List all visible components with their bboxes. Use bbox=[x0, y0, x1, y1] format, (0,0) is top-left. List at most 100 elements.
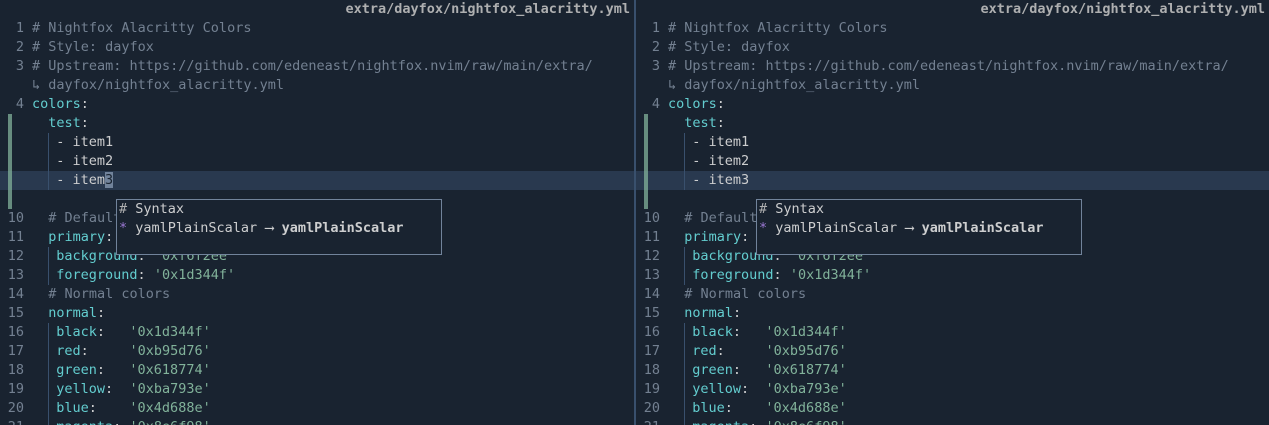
code-line[interactable]: 16 black: '0x1d344f' bbox=[0, 323, 634, 342]
code-line[interactable]: 3 # Upstream: https://github.com/edeneast… bbox=[0, 57, 634, 76]
code-token: '0x1d344f' bbox=[153, 267, 236, 283]
code-token: '0x8e6f98' bbox=[765, 419, 846, 425]
line-number: 1 bbox=[651, 20, 660, 36]
line-content[interactable]: # Normal colors bbox=[32, 285, 170, 304]
line-content[interactable]: normal: bbox=[668, 304, 741, 323]
code-line[interactable]: 1 # Nightfox Alacritty Colors bbox=[0, 19, 634, 38]
line-content[interactable]: foreground: '0x1d344f' bbox=[32, 266, 235, 285]
code-line[interactable]: 19 yellow: '0xba793e' bbox=[0, 380, 634, 399]
line-content[interactable]: test: bbox=[32, 114, 89, 133]
code-line[interactable]: 20 blue: '0x4d688e' bbox=[636, 399, 1269, 418]
line-content[interactable]: black: '0x1d344f' bbox=[668, 323, 847, 342]
line-content[interactable]: primary: bbox=[32, 228, 113, 247]
line-content[interactable]: colors: bbox=[668, 95, 725, 114]
git-added-sign bbox=[8, 190, 12, 209]
code-line[interactable]: 16 black: '0x1d344f' bbox=[636, 323, 1269, 342]
line-content[interactable]: foreground: '0x1d344f' bbox=[668, 266, 871, 285]
code-line[interactable]: - item2 bbox=[636, 152, 1269, 171]
code-token: dayfox/nightfox_alacritty.yml bbox=[684, 77, 920, 93]
code-token: '0x8e6f98' bbox=[129, 419, 210, 425]
line-content[interactable]: green: '0x618774' bbox=[668, 361, 847, 380]
line-content[interactable]: # Style: dayfox bbox=[32, 38, 154, 57]
code-line[interactable]: 14 # Normal colors bbox=[0, 285, 634, 304]
code-line[interactable]: 17 red: '0xb95d76' bbox=[0, 342, 634, 361]
code-line[interactable]: test: bbox=[636, 114, 1269, 133]
line-content[interactable]: magenta: '0x8e6f98' bbox=[32, 418, 211, 425]
line-content[interactable]: blue: '0x4d688e' bbox=[32, 399, 211, 418]
code-line[interactable]: 14 # Normal colors bbox=[636, 285, 1269, 304]
code-line[interactable]: 18 green: '0x618774' bbox=[636, 361, 1269, 380]
code-line[interactable]: - item1 bbox=[0, 133, 634, 152]
popup-title: Syntax bbox=[775, 201, 825, 217]
line-content[interactable]: black: '0x1d344f' bbox=[32, 323, 211, 342]
code-token: foreground bbox=[692, 267, 774, 283]
code-line[interactable]: 15 normal: bbox=[0, 304, 634, 323]
line-content[interactable]: primary: bbox=[668, 228, 749, 247]
code-token: : bbox=[105, 229, 114, 245]
line-content[interactable]: yellow: '0xba793e' bbox=[668, 380, 847, 399]
git-added-sign bbox=[644, 171, 648, 190]
line-content[interactable]: - item1 bbox=[668, 133, 749, 152]
code-line[interactable]: 3 # Upstream: https://github.com/edeneast… bbox=[636, 57, 1269, 76]
code-token: magenta bbox=[692, 419, 749, 425]
line-content[interactable]: # Upstream: https://github.com/edeneast/… bbox=[32, 57, 593, 76]
code-token: : bbox=[105, 381, 130, 397]
line-content[interactable]: magenta: '0x8e6f98' bbox=[668, 418, 847, 425]
line-content[interactable]: # Style: dayfox bbox=[668, 38, 790, 57]
code-line[interactable]: - item3 bbox=[636, 171, 1269, 190]
code-line[interactable]: - item2 bbox=[0, 152, 634, 171]
code-token: : bbox=[773, 267, 790, 283]
code-token: : bbox=[716, 115, 725, 131]
code-line[interactable]: 20 blue: '0x4d688e' bbox=[0, 399, 634, 418]
line-content[interactable]: blue: '0x4d688e' bbox=[668, 399, 847, 418]
code-line[interactable]: 19 yellow: '0xba793e' bbox=[636, 380, 1269, 399]
line-content[interactable]: red: '0xb95d76' bbox=[32, 342, 211, 361]
line-content[interactable]: normal: bbox=[32, 304, 105, 323]
line-content[interactable]: - item2 bbox=[32, 152, 113, 171]
line-content[interactable]: # Normal colors bbox=[668, 285, 806, 304]
code-token: # Upstream: https://github.com/edeneast/… bbox=[668, 58, 1229, 74]
line-content[interactable]: - item2 bbox=[668, 152, 749, 171]
popup-to: yamlPlainScalar bbox=[921, 220, 1044, 236]
line-content[interactable]: ↳ dayfox/nightfox_alacritty.yml bbox=[668, 76, 920, 95]
code-line[interactable]: 13 foreground: '0x1d344f' bbox=[0, 266, 634, 285]
code-token: green bbox=[56, 362, 97, 378]
line-content[interactable]: green: '0x618774' bbox=[32, 361, 211, 380]
code-line[interactable]: 21 magenta: '0x8e6f98' bbox=[0, 418, 634, 425]
code-line[interactable]: 15 normal: bbox=[636, 304, 1269, 323]
line-content[interactable]: # Nightfox Alacritty Colors bbox=[668, 19, 887, 38]
line-content[interactable]: # Nightfox Alacritty Colors bbox=[32, 19, 251, 38]
popup-syntax-line: * yamlPlainScalar ⟶ yamlPlainScalar bbox=[117, 219, 441, 238]
code-line[interactable]: 17 red: '0xb95d76' bbox=[636, 342, 1269, 361]
code-line[interactable]: 2 # Style: dayfox bbox=[636, 38, 1269, 57]
line-content[interactable]: - item1 bbox=[32, 133, 113, 152]
code-line[interactable]: test: bbox=[0, 114, 634, 133]
code-line[interactable]: 1 # Nightfox Alacritty Colors bbox=[636, 19, 1269, 38]
code-token: green bbox=[692, 362, 733, 378]
code-line[interactable]: 13 foreground: '0x1d344f' bbox=[636, 266, 1269, 285]
code-line[interactable]: 4 colors: bbox=[636, 95, 1269, 114]
line-number: 3 bbox=[651, 58, 660, 74]
popup-title: Syntax bbox=[135, 201, 185, 217]
code-token: ↳ bbox=[668, 77, 685, 93]
code-line[interactable]: ↳ dayfox/nightfox_alacritty.yml bbox=[0, 76, 634, 95]
line-content[interactable]: # Upstream: https://github.com/edeneast/… bbox=[668, 57, 1229, 76]
line-content[interactable]: test: bbox=[668, 114, 725, 133]
code-line[interactable]: 18 green: '0x618774' bbox=[0, 361, 634, 380]
line-content[interactable]: red: '0xb95d76' bbox=[668, 342, 847, 361]
line-content[interactable]: colors: bbox=[32, 95, 89, 114]
code-line[interactable]: 2 # Style: dayfox bbox=[0, 38, 634, 57]
line-content[interactable]: - item3 bbox=[668, 171, 749, 190]
code-line[interactable]: ↳ dayfox/nightfox_alacritty.yml bbox=[636, 76, 1269, 95]
code-line[interactable]: - item3 bbox=[0, 171, 634, 190]
code-line[interactable]: 21 magenta: '0x8e6f98' bbox=[636, 418, 1269, 425]
line-content[interactable]: - item3 bbox=[32, 171, 114, 190]
code-line[interactable]: 4 colors: bbox=[0, 95, 634, 114]
line-content[interactable]: ↳ dayfox/nightfox_alacritty.yml bbox=[32, 76, 284, 95]
code-line[interactable]: - item1 bbox=[636, 133, 1269, 152]
line-content[interactable]: yellow: '0xba793e' bbox=[32, 380, 211, 399]
